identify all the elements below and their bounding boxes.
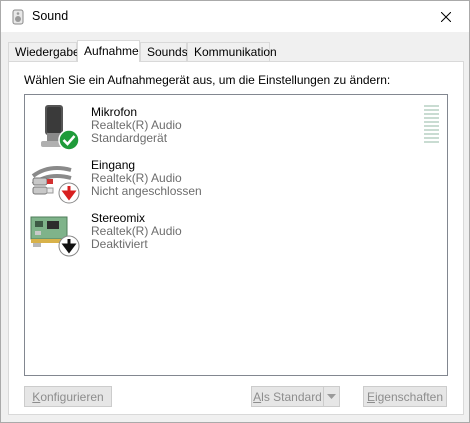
device-item-mikrofon[interactable]: Mikrofon Realtek(R) Audio Standardgerät: [29, 101, 429, 153]
level-meter: [424, 105, 439, 145]
window-title: Sound: [32, 9, 69, 23]
device-status: Nicht angeschlossen: [91, 184, 202, 198]
title-bar: Sound: [1, 1, 469, 32]
line-in-cable-icon: [31, 166, 80, 204]
instruction-text: Wählen Sie ein Aufnahmegerät aus, um die…: [24, 73, 391, 87]
chevron-down-icon: [327, 393, 336, 399]
set-default-button[interactable]: Als Standard: [251, 386, 324, 407]
device-name: Eingang: [91, 158, 136, 172]
tab-wiedergabe[interactable]: Wiedergabe: [8, 42, 80, 61]
configure-button[interactable]: Konfigurieren: [24, 386, 112, 407]
device-name: Stereomix: [91, 211, 146, 225]
green-check-icon: [58, 129, 80, 151]
device-driver: Realtek(R) Audio: [91, 224, 182, 238]
device-driver: Realtek(R) Audio: [91, 171, 182, 185]
set-default-mnemonic: A: [253, 389, 262, 404]
microphone-icon: [41, 105, 80, 151]
set-default-dropdown[interactable]: [323, 386, 340, 407]
black-down-arrow-icon: [58, 235, 80, 257]
tab-sounds[interactable]: Sounds: [140, 42, 188, 61]
speaker-icon: [12, 9, 24, 25]
recording-device-list[interactable]: Mikrofon Realtek(R) Audio Standardgerät: [24, 94, 448, 376]
configure-label: onfigurieren: [40, 389, 104, 404]
set-default-label: ls Standard: [261, 389, 322, 404]
properties-mnemonic: E: [366, 389, 375, 404]
properties-button[interactable]: Eigenschaften: [363, 386, 447, 407]
close-icon: [441, 11, 451, 22]
tab-panel-aufnahme: Wählen Sie ein Aufnahmegerät aus, um die…: [8, 61, 464, 415]
configure-mnemonic: K: [32, 389, 41, 404]
device-name: Mikrofon: [91, 105, 138, 119]
properties-label: igenschaften: [374, 389, 444, 404]
device-status: Deaktiviert: [91, 237, 148, 251]
sound-dialog: Sound Wiedergabe Aufnahme Sounds Kommuni…: [0, 0, 470, 423]
tab-kommunikation[interactable]: Kommunikation: [187, 42, 277, 61]
red-down-arrow-icon: [58, 182, 80, 204]
close-button[interactable]: [423, 1, 469, 32]
device-status: Standardgerät: [91, 131, 168, 145]
device-item-eingang[interactable]: Eingang Realtek(R) Audio Nicht angeschlo…: [29, 154, 429, 206]
device-driver: Realtek(R) Audio: [91, 118, 182, 132]
tab-aufnahme[interactable]: Aufnahme: [77, 40, 140, 62]
sound-card-icon: [30, 216, 80, 257]
device-item-stereomix[interactable]: Stereomix Realtek(R) Audio Deaktiviert: [29, 207, 429, 259]
